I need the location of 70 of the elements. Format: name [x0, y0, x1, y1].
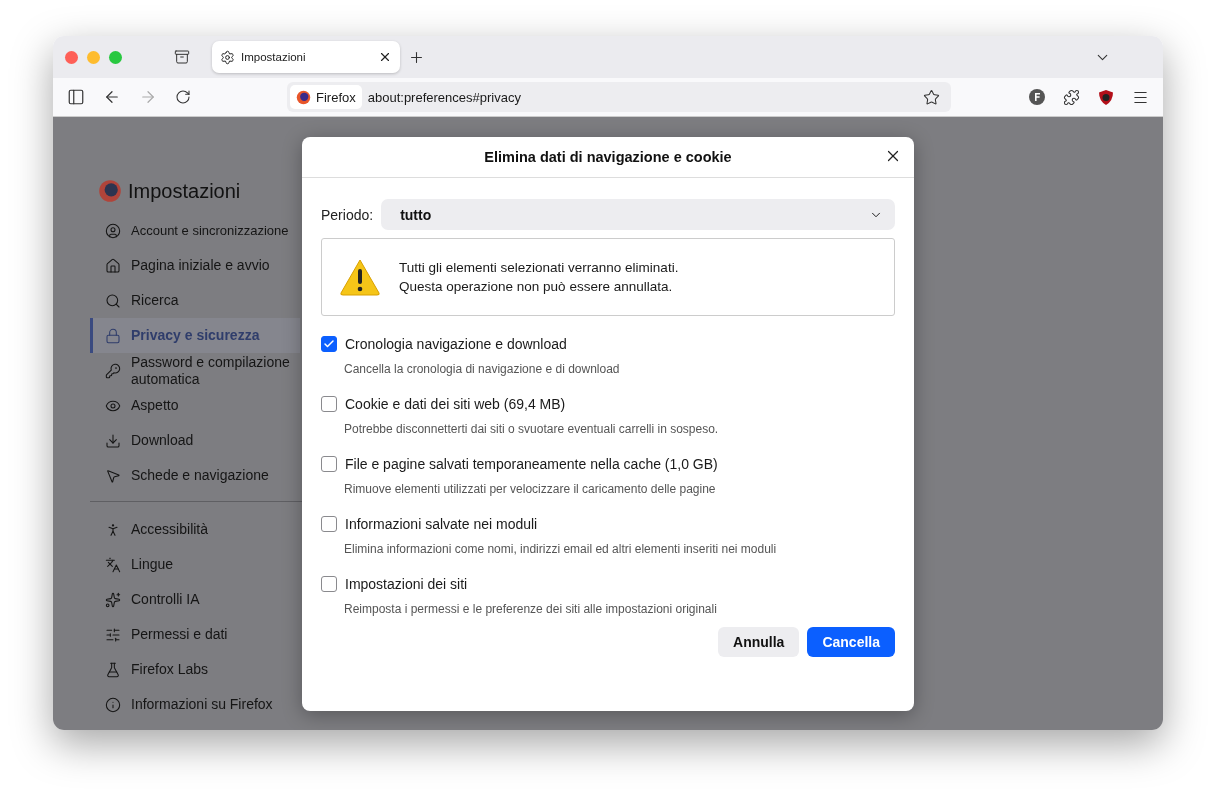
- key-icon: [105, 362, 121, 379]
- firefox-logo-icon: [98, 179, 122, 203]
- url-text: about:preferences#privacy: [367, 89, 522, 105]
- tab-title: Impostazioni: [241, 51, 307, 63]
- sidebar-item[interactable]: Privacy e sicurezza: [90, 318, 300, 353]
- sidebar-item[interactable]: Schede e navigazione: [90, 458, 300, 493]
- warning-text: Questa operazione non può essere annullata.: [399, 279, 674, 294]
- sidebar-item[interactable]: Account e sincronizzazione: [90, 213, 300, 248]
- account-avatar-icon[interactable]: [1029, 89, 1045, 105]
- checkbox[interactable]: [321, 396, 337, 412]
- identity-button[interactable]: Firefox: [290, 85, 362, 109]
- period-dropdown[interactable]: tutto: [381, 199, 895, 230]
- close-window-button[interactable]: [65, 50, 78, 64]
- address-bar[interactable]: Firefox about:preferences#privacy: [287, 82, 951, 112]
- confirm-button[interactable]: Cancella: [807, 627, 895, 657]
- option-description: Reimposta i permessi e le preferenze dei siti alle impostazioni originali: [344, 602, 718, 616]
- sidebar-item[interactable]: Password e compilazione automatica: [90, 353, 300, 388]
- dialog-title: Elimina dati di navigazione e cookie: [484, 149, 732, 165]
- account-icon: [105, 222, 121, 239]
- option-label: Informazioni salvate nei moduli: [345, 516, 538, 532]
- sidebar-item[interactable]: Firefox Labs: [90, 652, 300, 687]
- checkbox[interactable]: [321, 516, 337, 532]
- option-label: Cronologia navigazione e download: [345, 336, 567, 352]
- shield-icon[interactable]: [1098, 88, 1114, 106]
- extensions-icon[interactable]: [1063, 88, 1080, 106]
- option-label: Cookie e dati dei siti web (69,4 MB): [345, 396, 566, 412]
- sparkles-icon: [105, 591, 121, 608]
- search-icon: [105, 292, 121, 309]
- settings-title: Impostazioni: [128, 179, 241, 203]
- lock-icon: [105, 327, 121, 344]
- browser-tab[interactable]: Impostazioni: [212, 41, 400, 73]
- flask-icon: [105, 661, 121, 678]
- sidebar-item[interactable]: Permessi e dati: [90, 617, 300, 652]
- download-icon: [105, 432, 121, 449]
- reload-icon[interactable]: [175, 89, 191, 105]
- option-description: Rimuove elementi utilizzati per velocizzare il caricamento delle pagine: [344, 482, 717, 496]
- option-label: File e pagine salvati temporaneamente nella cache (1,0 GB): [345, 456, 718, 472]
- settings-icon: [220, 49, 235, 65]
- info-icon: [105, 696, 121, 713]
- cancel-button[interactable]: Annulla: [718, 627, 800, 657]
- close-icon[interactable]: [378, 50, 392, 64]
- sliders-icon: [105, 626, 121, 643]
- accessibility-icon: [105, 521, 121, 538]
- checkbox[interactable]: [321, 456, 337, 472]
- languages-icon: [105, 556, 121, 573]
- home-icon: [105, 257, 121, 274]
- sidebar-icon[interactable]: [67, 88, 85, 106]
- sidebar-item[interactable]: Accessibilità: [90, 512, 300, 547]
- sidebar-item[interactable]: Ricerca: [90, 283, 300, 318]
- checkbox[interactable]: [321, 336, 337, 352]
- option-description: Cancella la cronologia di navigazione e di download: [344, 362, 621, 376]
- back-icon[interactable]: [103, 88, 121, 106]
- checkbox[interactable]: [321, 576, 337, 592]
- warning-icon: [339, 258, 381, 296]
- warning-text: Tutti gli elementi selezionati verranno eliminati.: [399, 260, 679, 275]
- option-description: Potrebbe disconnetterti dai siti o svuotare eventuali carrelli in sospeso.: [344, 422, 720, 436]
- sidebar-item[interactable]: Lingue: [90, 547, 300, 582]
- tab-groups-icon[interactable]: [174, 49, 190, 65]
- sidebar-item[interactable]: Pagina iniziale e avvio: [90, 248, 300, 283]
- sidebar-item[interactable]: Controlli IA: [90, 582, 300, 617]
- star-icon[interactable]: [923, 88, 940, 106]
- option-description: Elimina informazioni come nomi, indirizzi email ed altri elementi inseriti nei moduli: [344, 542, 778, 556]
- sidebar-item[interactable]: Informazioni su Firefox: [90, 687, 300, 722]
- check-icon: [323, 338, 335, 350]
- sidebar-item[interactable]: Aspetto: [90, 388, 300, 423]
- firefox-logo-icon: [296, 89, 311, 105]
- option-label: Impostazioni dei siti: [345, 576, 468, 592]
- period-label: Periodo:: [321, 206, 374, 223]
- sidebar-item[interactable]: Download: [90, 423, 300, 458]
- pointer-icon: [105, 467, 121, 484]
